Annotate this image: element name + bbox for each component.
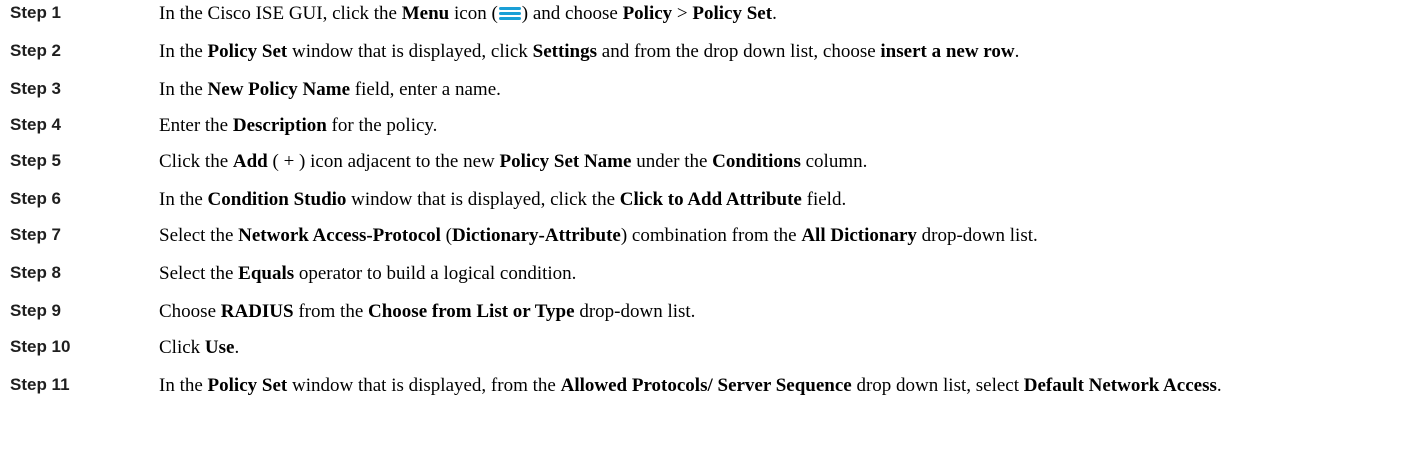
step-text: In the New Policy Name field, enter a na… — [159, 76, 1399, 103]
ui-element-name: Choose from List or Type — [368, 301, 575, 322]
instruction-text: In the — [159, 189, 208, 210]
step-text: In the Condition Studio window that is d… — [159, 186, 1399, 213]
step-label: Step 2 — [10, 41, 62, 60]
step-label: Step 9 — [10, 301, 62, 320]
instruction-text: Click the — [159, 151, 233, 172]
instruction-text: drop-down list. — [574, 301, 696, 322]
ui-element-name: Settings — [532, 41, 598, 62]
instruction-text: drop-down list. — [916, 225, 1038, 246]
instruction-text: drop down list, select — [851, 375, 1024, 396]
step-text: In the Cisco ISE GUI, click the Menu ico… — [159, 0, 1399, 27]
step-label: Step 7 — [10, 225, 62, 244]
ui-element-name: Conditions — [712, 151, 801, 172]
step-text: In the Policy Set window that is display… — [159, 372, 1399, 399]
instruction-text: operator to build a logical condition. — [294, 263, 577, 284]
instruction-text: ) combination from the — [620, 225, 802, 246]
ui-element-name: Click to Add Attribute — [619, 189, 802, 210]
instruction-text: In the — [159, 375, 208, 396]
step-label: Step 4 — [10, 115, 62, 134]
step-text: Select the Network Access-Protocol (Dict… — [159, 222, 1399, 249]
ui-element-name: Default Network Access — [1023, 375, 1217, 396]
step-text: Click Use. — [159, 334, 1399, 361]
instruction-text: Enter the — [159, 115, 233, 136]
ui-element-name: Policy Set Name — [499, 151, 632, 172]
ui-element-name: New Policy Name — [207, 79, 351, 100]
step-label: Step 3 — [10, 79, 62, 98]
ui-element-name: Dictionary-Attribute — [452, 225, 621, 246]
instruction-text: Click — [159, 337, 205, 358]
step-label: Step 11 — [10, 375, 70, 394]
ui-element-name: Equals — [238, 263, 295, 284]
instruction-text: from the — [293, 301, 369, 322]
instruction-text: ( + ) icon adjacent to the new — [267, 151, 500, 172]
step-text: Enter the Description for the policy. — [159, 112, 1399, 139]
instruction-text: window that is displayed, from the — [287, 375, 561, 396]
step-label: Step 5 — [10, 151, 62, 170]
instruction-text: column. — [800, 151, 868, 172]
instruction-text: ) and choose — [521, 3, 623, 24]
step-text: Choose RADIUS from the Choose from List … — [159, 298, 1399, 325]
instruction-text: . — [772, 3, 777, 24]
instruction-text: . — [234, 337, 240, 358]
instruction-text: and from the drop down list, choose — [597, 41, 881, 62]
ui-element-name: insert a new row — [880, 41, 1015, 62]
ui-element-name: Menu — [401, 3, 450, 24]
ui-element-name: Policy Set — [692, 3, 773, 24]
ui-element-name: Network Access-Protocol — [238, 225, 441, 246]
ui-element-name: Policy — [622, 3, 673, 24]
ui-element-name: Policy Set — [207, 41, 288, 62]
instruction-text: . — [1216, 375, 1222, 396]
instruction-text: window that is displayed, click — [287, 41, 533, 62]
step-text: Click the Add ( + ) icon adjacent to the… — [159, 148, 1399, 175]
ui-element-name: Policy Set — [207, 375, 288, 396]
ui-element-name: Condition Studio — [207, 189, 347, 210]
instruction-text: under the — [631, 151, 713, 172]
step-label: Step 10 — [10, 337, 71, 356]
step-label: Step 6 — [10, 189, 62, 208]
step-text: Select the Equals operator to build a lo… — [159, 260, 1399, 287]
instruction-text: Choose — [159, 301, 221, 322]
instruction-text: > — [672, 3, 693, 24]
menu-icon — [498, 5, 522, 22]
instruction-text: Select the — [159, 225, 239, 246]
step-text: In the Policy Set window that is display… — [159, 38, 1399, 65]
instruction-text: ( — [440, 225, 452, 246]
instruction-text: . — [1014, 41, 1020, 62]
instruction-text: In the — [159, 79, 208, 100]
ui-element-name: Description — [232, 115, 327, 136]
instruction-text: field. — [801, 189, 847, 210]
ui-element-name: All Dictionary — [801, 225, 917, 246]
instruction-text: icon ( — [449, 3, 498, 24]
instruction-text: for the policy. — [326, 115, 438, 136]
ui-element-name: Add — [232, 151, 268, 172]
ui-element-name: Allowed Protocols/ Server Sequence — [560, 375, 852, 396]
ui-element-name: RADIUS — [220, 301, 294, 322]
ui-element-name: Use — [204, 337, 235, 358]
instruction-text: Select the — [159, 263, 239, 284]
instruction-text: In the Cisco ISE GUI, click the — [159, 3, 402, 24]
instruction-text: In the — [159, 41, 208, 62]
step-label: Step 1 — [10, 3, 62, 22]
instruction-text: field, enter a name. — [350, 79, 501, 100]
step-label: Step 8 — [10, 263, 62, 282]
instruction-text: window that is displayed, click the — [346, 189, 620, 210]
